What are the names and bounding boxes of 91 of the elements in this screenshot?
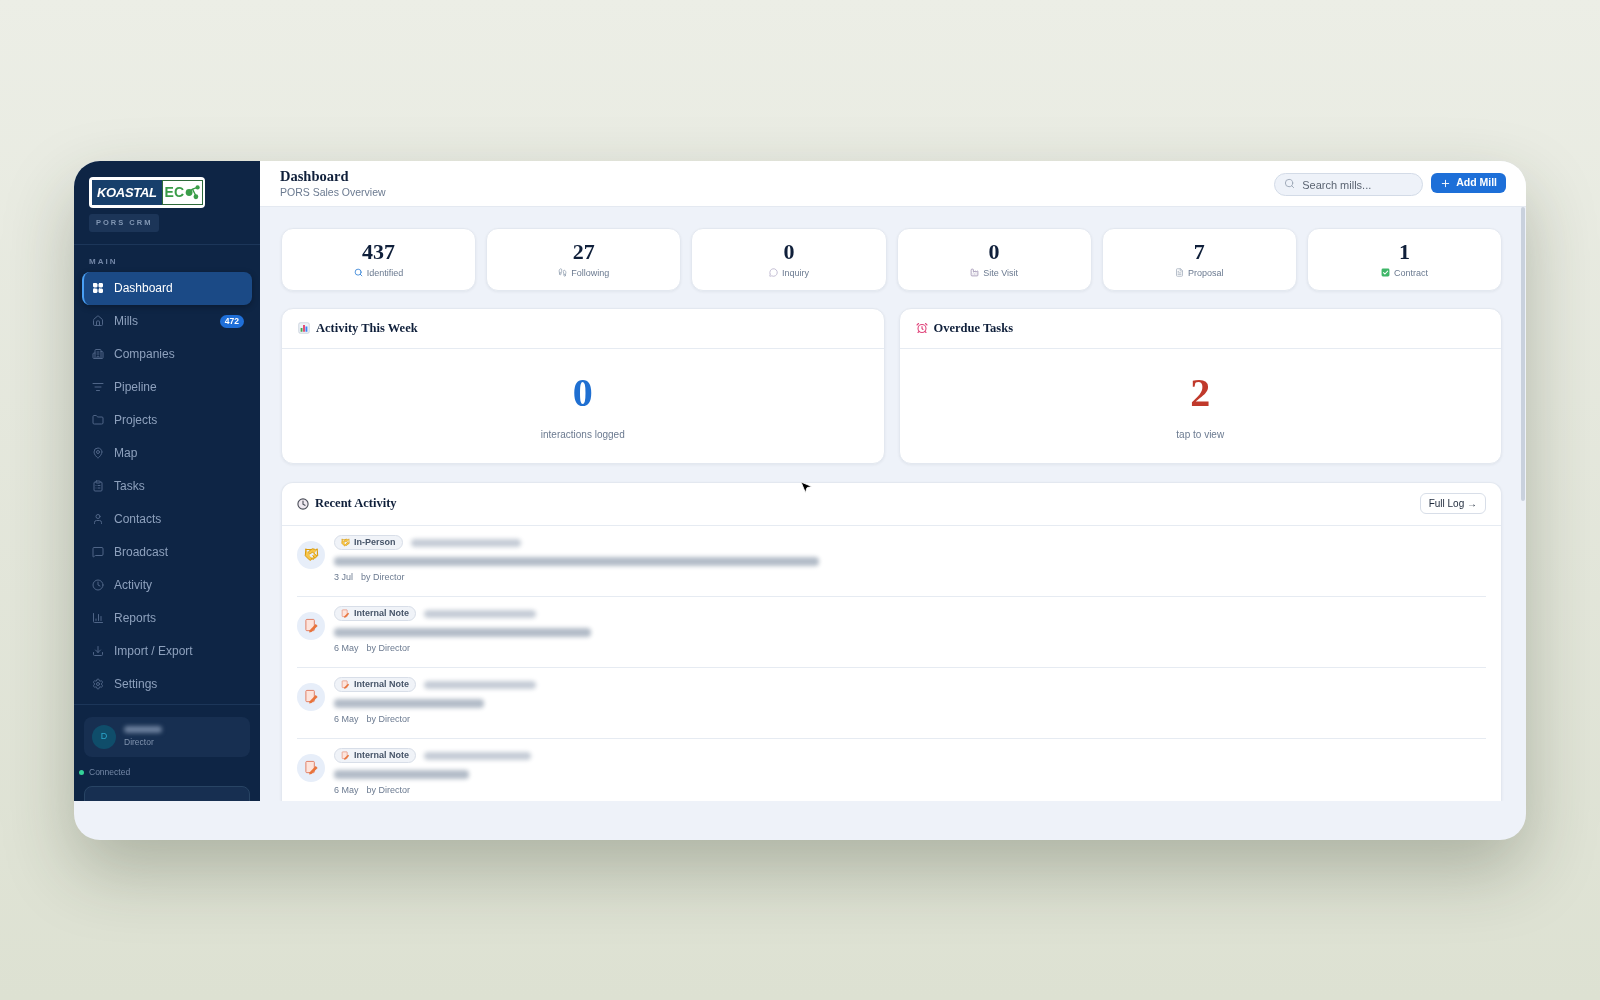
scrollbar-thumb[interactable] — [1521, 206, 1525, 501]
footprints-icon — [558, 268, 568, 277]
note-icon — [297, 682, 325, 711]
settings-icon — [92, 678, 104, 690]
tag-label: In-Person — [354, 535, 396, 549]
sidebar-item[interactable]: Broadcast — [82, 535, 252, 569]
bar-chart-icon — [298, 322, 310, 334]
chat-icon — [92, 546, 104, 558]
stat-value: 7 — [1193, 239, 1205, 264]
stat-label: Inquiry — [781, 266, 809, 279]
add-button[interactable]: Add Mill — [1431, 173, 1506, 193]
sidebar-item[interactable]: Map — [82, 436, 252, 470]
note-icon — [297, 753, 325, 782]
speech-bubble-icon — [768, 268, 778, 277]
stat-label: Site Visit — [983, 266, 1018, 279]
connection-status: Connected — [89, 766, 131, 779]
entry-author: by Director — [366, 783, 411, 797]
bar-chart-icon — [92, 612, 104, 624]
entry-author: by Director — [366, 712, 411, 726]
note-icon — [341, 751, 350, 760]
tag-label: Internal Note — [354, 748, 409, 762]
plus-icon — [1440, 177, 1452, 189]
stat-label: Proposal — [1187, 266, 1224, 279]
tag-label: Internal Note — [354, 677, 409, 691]
stat-label: Identified — [366, 266, 404, 279]
widget-title: Activity This Week — [316, 319, 418, 337]
sidebar-item[interactable]: Companies — [82, 337, 252, 371]
map-pin-icon — [92, 447, 104, 459]
widget-caption: interactions logged — [540, 427, 625, 441]
search-icon — [1284, 177, 1296, 189]
logo-wordmark: KOASTAL — [92, 179, 162, 205]
stat-value: 0 — [988, 239, 1000, 264]
check-box-icon — [1380, 268, 1390, 277]
full-log-button[interactable]: Full Log → — [1419, 493, 1486, 514]
filter-icon — [92, 381, 104, 393]
stat-label: Contract — [1393, 266, 1428, 279]
widget-title: Overdue Tasks — [933, 319, 1014, 337]
entry-author: by Director — [366, 641, 411, 655]
document-icon — [1174, 268, 1184, 277]
note-icon — [297, 611, 325, 640]
clipboard-icon — [92, 480, 104, 492]
card-title: Recent Activity — [315, 495, 397, 513]
sidebar-item[interactable]: Dashboard — [82, 271, 252, 305]
stat-label: Following — [571, 266, 610, 279]
sidebar-item[interactable]: Pipeline — [82, 370, 252, 404]
building-icon — [92, 348, 104, 360]
handshake-icon — [341, 538, 350, 547]
factory-icon — [970, 268, 980, 277]
clock-icon — [297, 497, 309, 510]
sidebar-item[interactable]: Contacts — [82, 502, 252, 536]
widget-value: 2 — [1190, 370, 1211, 415]
logo-mark-icon — [184, 183, 202, 201]
blurred-text — [124, 726, 162, 733]
sidebar-item[interactable]: Activity — [82, 568, 252, 602]
section-label: MAIN — [89, 256, 118, 267]
grid-icon — [92, 282, 104, 294]
avatar: D — [92, 724, 116, 749]
widget-value: 0 — [572, 370, 593, 415]
logo-text: EC — [164, 185, 185, 199]
entry-author: by Director — [361, 570, 405, 584]
page-subtitle: PORS Sales Overview — [280, 185, 386, 199]
stat-value: 0 — [783, 239, 795, 264]
entry-date: 6 May — [334, 712, 359, 726]
tag-label: Internal Note — [354, 606, 409, 620]
stat-value: 437 — [362, 239, 396, 264]
widget-caption: tap to view — [1176, 427, 1225, 441]
search-field[interactable]: Search mills... — [1274, 173, 1424, 196]
entry-date: 6 May — [334, 641, 359, 655]
sidebar-item[interactable]: Tasks — [82, 469, 252, 503]
sidebar-item[interactable]: Reports — [82, 601, 252, 635]
page-title: Dashboard — [280, 167, 350, 185]
note-icon — [341, 680, 350, 689]
magnifier-icon — [353, 268, 363, 277]
sidebar-item[interactable]: Import / Export — [82, 634, 252, 668]
sidebar-item[interactable]: Mills 472 — [82, 304, 252, 338]
alarm-clock-icon — [915, 322, 928, 334]
person-icon — [92, 513, 104, 525]
house-icon — [92, 315, 104, 327]
folder-icon — [92, 414, 104, 426]
entry-date: 6 May — [334, 783, 359, 797]
entry-date: 3 Jul — [334, 570, 353, 584]
user-role: Director — [124, 737, 155, 747]
handshake-icon — [297, 540, 325, 569]
stat-value: 1 — [1398, 239, 1410, 264]
download-icon — [92, 645, 104, 657]
sidebar-item[interactable]: Settings — [82, 667, 252, 701]
stat-value: 27 — [572, 239, 595, 264]
sidebar-item[interactable]: Projects — [82, 403, 252, 437]
note-icon — [341, 609, 350, 618]
clock-icon — [92, 579, 104, 591]
count-badge: 472 — [219, 314, 244, 328]
